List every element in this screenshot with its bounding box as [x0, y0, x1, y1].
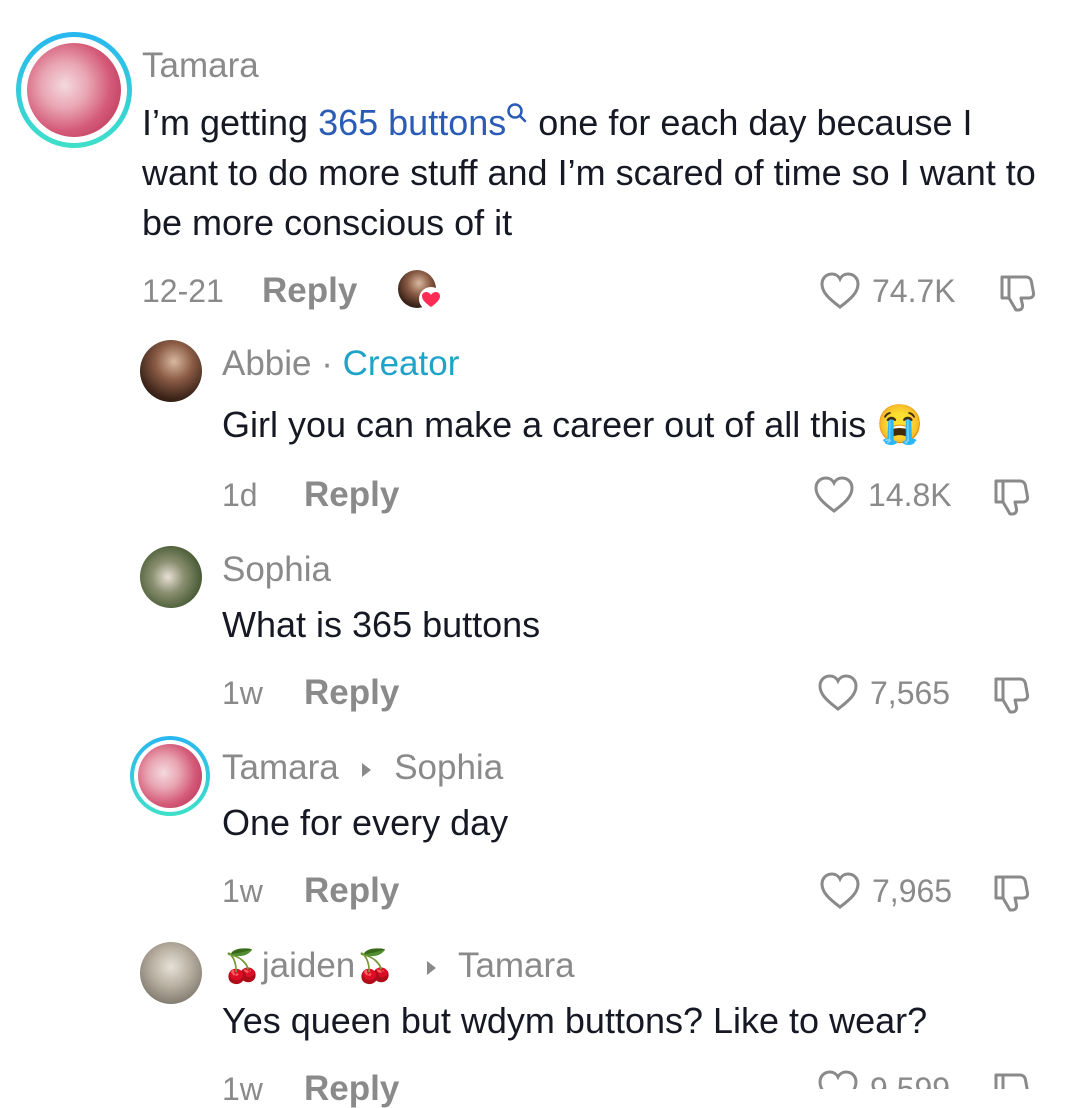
reply-button[interactable]: Reply — [304, 476, 399, 514]
heart-icon — [818, 674, 858, 711]
comment-text-before: I’m getting — [142, 102, 319, 143]
comment-text: I’m getting 365 buttons one for each day… — [142, 98, 1042, 248]
comment-username[interactable]: Tamara — [142, 46, 259, 86]
comment-text: One for every day — [222, 802, 509, 843]
comment-username[interactable]: 🍒jaiden🍒 Tamara — [222, 946, 575, 986]
like-count: 9,599 — [870, 1071, 951, 1089]
heart-icon — [820, 872, 860, 909]
thumbs-down-icon[interactable] — [990, 872, 1034, 914]
comment-username[interactable]: Tamara Sophia — [222, 748, 503, 788]
thumbs-down-icon[interactable] — [996, 272, 1040, 314]
search-link[interactable]: 365 buttons — [318, 102, 528, 143]
creator-badge: Creator — [342, 344, 460, 383]
like-count: 7,565 — [870, 675, 951, 711]
reply-button[interactable]: Reply — [262, 272, 357, 310]
heart-icon — [814, 476, 854, 513]
cherries-emoji: 🍒 — [355, 948, 396, 984]
username-text: Tamara — [222, 748, 339, 787]
comment-text: What is 365 buttons — [222, 604, 541, 645]
reply-button[interactable]: Reply — [304, 674, 399, 712]
comment-date: 1w — [222, 1071, 263, 1107]
heart-icon — [818, 1070, 858, 1089]
username-text: Abbie — [222, 344, 312, 383]
avatar — [27, 43, 121, 137]
cherries-emoji: 🍒 — [222, 948, 262, 984]
thumbs-down-icon[interactable] — [990, 476, 1034, 518]
avatar-ring[interactable] — [16, 32, 132, 148]
username-text: jaiden — [261, 946, 356, 985]
like-button[interactable]: 9,599 — [816, 1068, 966, 1089]
heart-icon — [820, 272, 860, 309]
thumbs-down-icon — [994, 1073, 1029, 1089]
comment-date: 12-21 — [142, 273, 224, 309]
avatar[interactable] — [140, 546, 202, 608]
search-link-text: 365 buttons — [318, 102, 507, 143]
like-count: 14.8K — [868, 477, 952, 513]
avatar-ring[interactable] — [130, 736, 210, 816]
comment-date: 1w — [222, 873, 263, 909]
avatar[interactable] — [140, 340, 202, 402]
comment-date: 1d — [222, 477, 258, 513]
comment-text: Yes queen but wdym buttons? Like to wear… — [222, 1000, 928, 1041]
avatar — [138, 744, 202, 808]
thumbs-down-button[interactable] — [990, 1070, 1034, 1089]
comment-date: 1w — [222, 675, 263, 711]
reply-to-username[interactable]: Sophia — [394, 748, 503, 787]
avatar[interactable] — [140, 942, 202, 1004]
reply-to-username[interactable]: Tamara — [458, 946, 575, 985]
heart-icon — [419, 287, 443, 311]
like-button[interactable]: 7,565 — [816, 672, 966, 716]
thumbs-down-icon[interactable] — [990, 674, 1034, 716]
separator: · — [321, 344, 333, 383]
reply-to-arrow-icon — [362, 762, 372, 777]
like-button[interactable]: 7,965 — [818, 870, 968, 914]
like-button[interactable]: 74.7K — [818, 270, 968, 314]
creator-liked-badge — [398, 270, 443, 314]
like-count: 74.7K — [872, 273, 956, 309]
comment-text: Girl you can make a career out of all th… — [222, 400, 924, 450]
reply-to-arrow-icon — [426, 960, 436, 975]
reply-button[interactable]: Reply — [304, 872, 399, 910]
crying-face-emoji: 😭 — [876, 404, 924, 446]
comment-username[interactable]: Sophia — [222, 550, 331, 590]
comment-text-body: Girl you can make a career out of all th… — [222, 404, 867, 445]
reply-button[interactable]: Reply — [304, 1070, 399, 1108]
search-icon — [507, 103, 527, 123]
like-count: 7,965 — [872, 873, 953, 909]
comment-username[interactable]: Abbie · Creator — [222, 344, 459, 384]
like-button[interactable]: 14.8K — [812, 474, 962, 518]
